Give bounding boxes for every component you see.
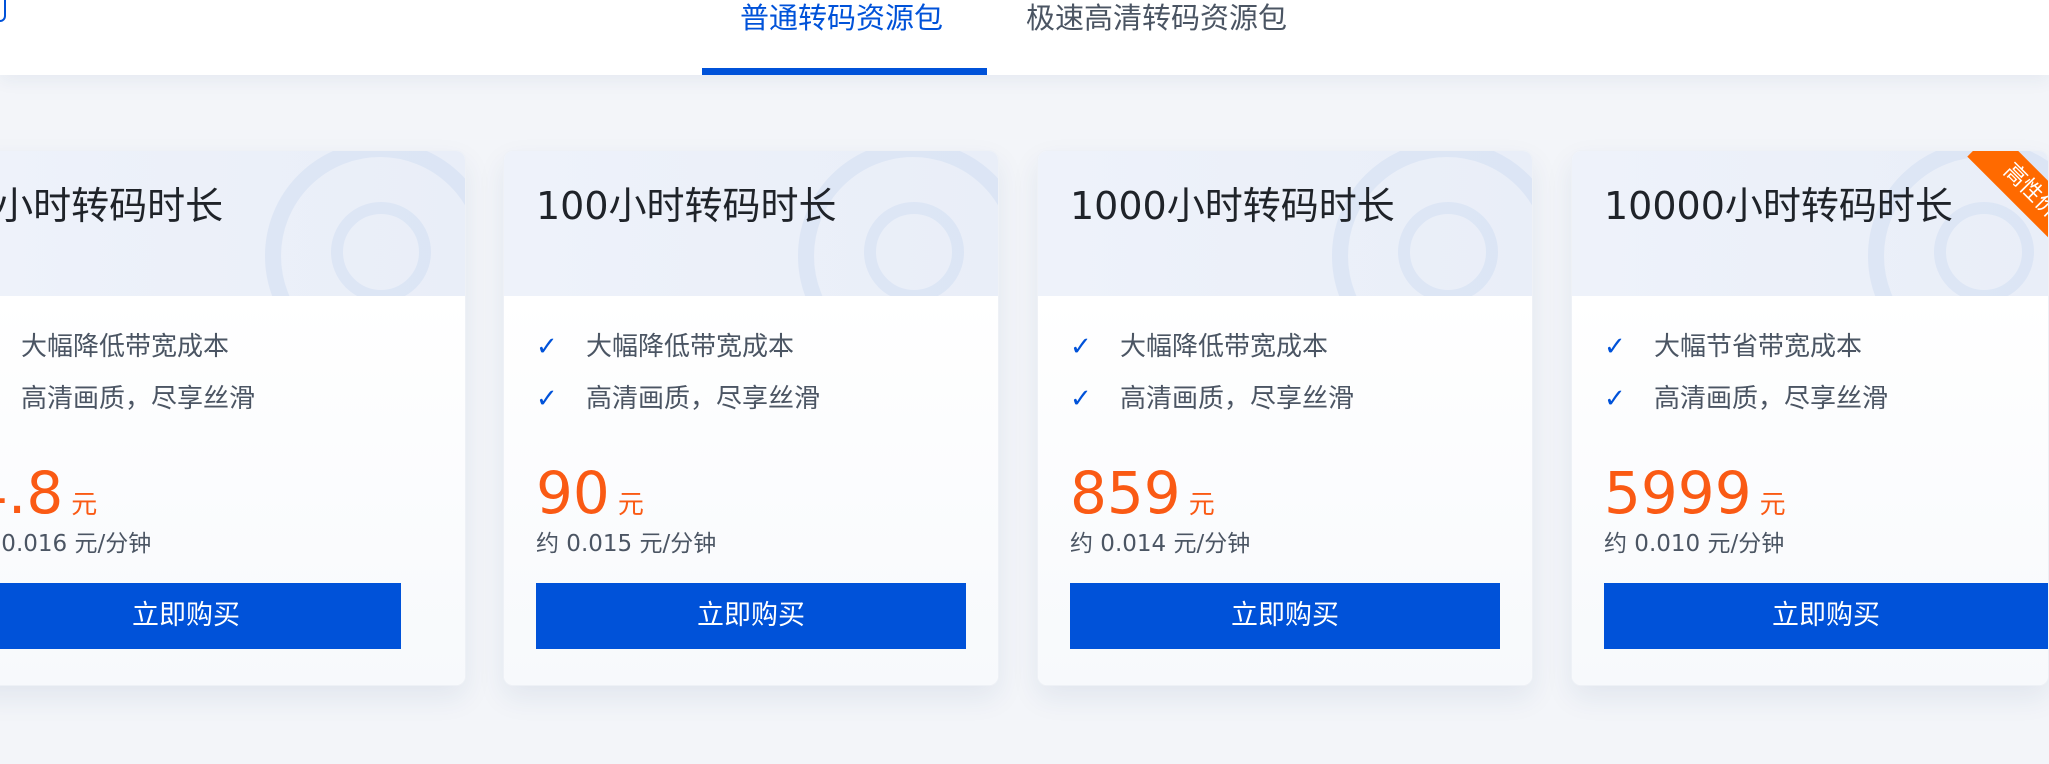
price-value: 5999 (1604, 459, 1752, 527)
price-unit: 元 (1759, 490, 1786, 520)
feature-label: 大幅降低带宽成本 (1120, 332, 1329, 362)
card-title: 100小时转码时长 (536, 184, 837, 228)
price: 5999 元 (1604, 461, 1786, 525)
feature-item: ✓ 大幅降低带宽成本 (536, 329, 794, 365)
price-per-minute: 约 0.014 元/分钟 (1070, 531, 1251, 557)
price-per-minute: 约 0.010 元/分钟 (1604, 531, 1785, 557)
edge-control[interactable] (0, 0, 6, 22)
price: 4.8元 (0, 461, 97, 525)
check-icon: ✓ (536, 384, 558, 414)
price-unit: 元 (617, 490, 644, 520)
buy-now-button[interactable]: 立即购买 (1070, 583, 1500, 649)
card-title: 1000小时转码时长 (1070, 184, 1395, 228)
price: 859 元 (1070, 461, 1215, 525)
price-per-minute: 约 0.015 元/分钟 (536, 531, 717, 557)
price-value: 859 (1070, 459, 1181, 527)
card-title: 10000小时转码时长 (1604, 184, 1953, 228)
buy-now-button[interactable]: 立即购买 (0, 583, 401, 649)
price-per-minute: 约 0.016 元/分钟 (0, 531, 152, 557)
feature-item: ✓ 高清画质，尽享丝滑 (536, 381, 820, 417)
tab-fast-hd-transcode[interactable]: 极速高清转码资源包 (1026, 0, 1287, 36)
ribbon-label: 高性价比 (1967, 151, 2048, 261)
active-tab-indicator (702, 68, 987, 75)
check-icon: ✓ (1070, 332, 1092, 362)
card-title: 5小时转码时长 (0, 184, 224, 228)
feature-label: 高清画质，尽享丝滑 (21, 384, 256, 414)
buy-now-button[interactable]: 立即购买 (536, 583, 966, 649)
feature-item: ✓ 高清画质，尽享丝滑 (1604, 381, 1888, 417)
feature-item: ✓ 大幅降低带宽成本 (0, 329, 229, 365)
best-value-ribbon: 高性价比 (1938, 151, 2048, 261)
price: 90 元 (536, 461, 644, 525)
price-value: 4.8 (0, 459, 64, 527)
feature-item: ✓ 大幅节省带宽成本 (1604, 329, 1862, 365)
check-icon: ✓ (1604, 384, 1626, 414)
feature-item: ✓ 高清画质，尽享丝滑 (0, 381, 255, 417)
feature-item: ✓ 大幅降低带宽成本 (1070, 329, 1328, 365)
tab-standard-transcode[interactable]: 普通转码资源包 (740, 0, 943, 36)
feature-label: 大幅节省带宽成本 (1654, 332, 1863, 362)
price-unit: 元 (1188, 490, 1215, 520)
price-value: 90 (536, 459, 610, 527)
check-icon: ✓ (1070, 384, 1092, 414)
feature-label: 大幅降低带宽成本 (21, 332, 230, 362)
check-icon: ✓ (0, 381, 1, 417)
feature-item: ✓ 高清画质，尽享丝滑 (1070, 381, 1354, 417)
price-unit: 元 (71, 490, 98, 520)
package-card-10000h: 10000小时转码时长 ✓ 大幅节省带宽成本 ✓ 高清画质，尽享丝滑 5999 元 约… (1571, 150, 2049, 686)
package-card-1000h: 1000小时转码时长 ✓ 大幅降低带宽成本 ✓ 高清画质，尽享丝滑 859 元 约 0… (1037, 150, 1533, 686)
feature-label: 高清画质，尽享丝滑 (586, 384, 821, 414)
feature-label: 大幅降低带宽成本 (586, 332, 795, 362)
tab-bar: 普通转码资源包 极速高清转码资源包 (0, 0, 2049, 75)
package-card-100h: 100小时转码时长 ✓ 大幅降低带宽成本 ✓ 高清画质，尽享丝滑 90 元 约 0.0… (503, 150, 999, 686)
check-icon: ✓ (1604, 332, 1626, 362)
check-icon: ✓ (0, 329, 1, 365)
check-icon: ✓ (536, 332, 558, 362)
package-card-5h: 5小时转码时长 ✓ 大幅降低带宽成本 ✓ 高清画质，尽享丝滑 4.8元 约 0.01… (0, 150, 466, 686)
feature-label: 高清画质，尽享丝滑 (1120, 384, 1355, 414)
feature-label: 高清画质，尽享丝滑 (1654, 384, 1889, 414)
buy-now-button[interactable]: 立即购买 (1604, 583, 2048, 649)
